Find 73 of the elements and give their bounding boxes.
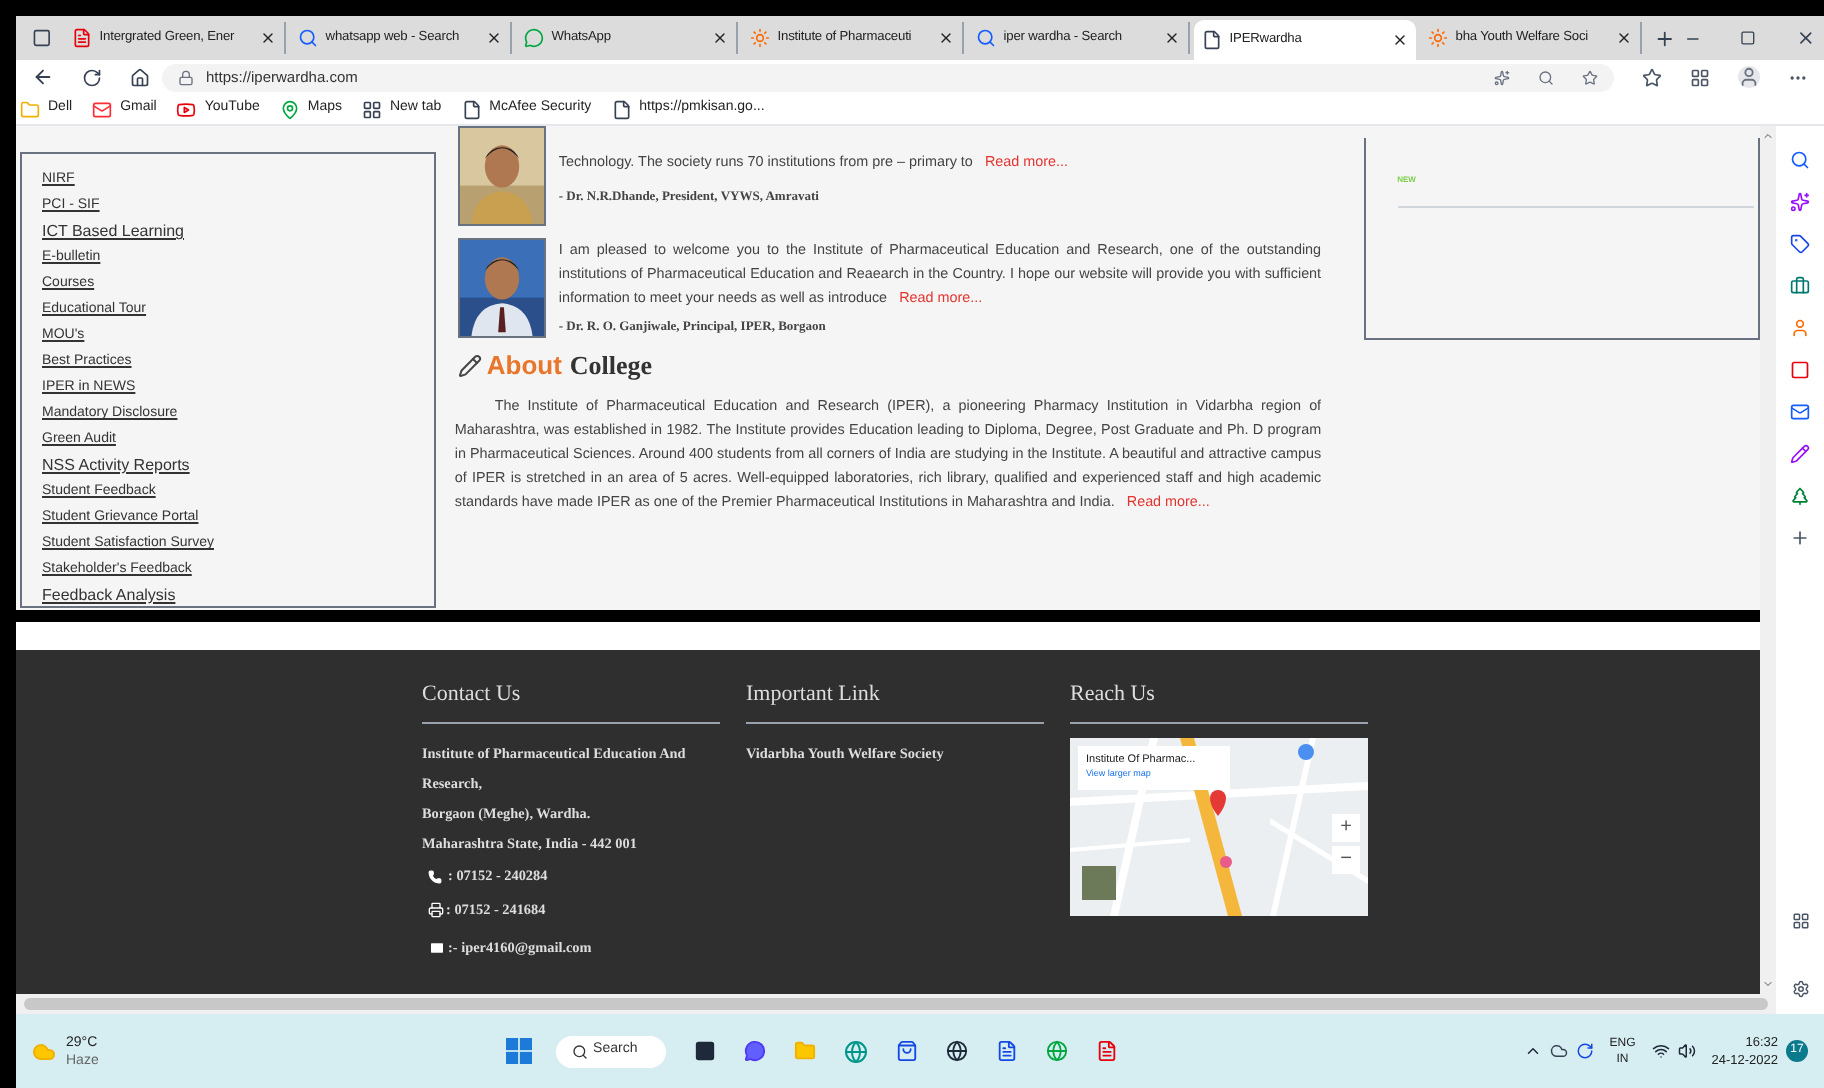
- add-icon[interactable]: [1790, 528, 1810, 548]
- close-icon[interactable]: [711, 30, 728, 46]
- back-icon[interactable]: [32, 66, 54, 88]
- close-icon[interactable]: [1163, 30, 1180, 46]
- settings-icon[interactable]: [1791, 980, 1809, 998]
- sidebar-link[interactable]: ICT Based Learning: [42, 218, 185, 244]
- globe-icon[interactable]: [1045, 1040, 1068, 1062]
- sync-icon[interactable]: [1575, 1042, 1594, 1060]
- edit-icon: [458, 353, 483, 378]
- mail-icon[interactable]: [1790, 402, 1810, 422]
- tag-icon[interactable]: [1790, 234, 1810, 254]
- zoom-icon[interactable]: [1538, 69, 1554, 85]
- folder-icon: [20, 99, 40, 119]
- sidebar-toggle-icon[interactable]: [1791, 912, 1809, 930]
- search-icon: [571, 1043, 588, 1059]
- close-icon[interactable]: [937, 30, 954, 46]
- map-pin-icon: [279, 99, 300, 119]
- cloud-icon[interactable]: [1549, 1042, 1568, 1060]
- tab-actions-icon[interactable]: [32, 28, 52, 48]
- fax-icon: [428, 902, 444, 918]
- search-icon: [975, 28, 996, 48]
- restore-icon[interactable]: [1740, 30, 1757, 46]
- play-icon: [176, 99, 197, 119]
- task-view-icon[interactable]: [693, 1040, 716, 1062]
- reload-icon[interactable]: [82, 67, 102, 87]
- briefcase-icon[interactable]: [1790, 276, 1810, 296]
- home-icon[interactable]: [130, 67, 150, 87]
- lock-icon: [178, 69, 194, 85]
- chat-icon: [523, 28, 544, 48]
- page-icon: [461, 99, 482, 119]
- close-icon[interactable]: [1391, 32, 1408, 48]
- close-icon[interactable]: [259, 30, 276, 46]
- person-icon[interactable]: [1790, 318, 1810, 338]
- new-tab-icon[interactable]: [1653, 27, 1676, 49]
- sparkle-icon[interactable]: [1790, 192, 1810, 212]
- network-icon[interactable]: [1651, 1042, 1670, 1060]
- zoom-out-button[interactable]: −: [1332, 845, 1360, 873]
- tree-icon[interactable]: [1790, 486, 1810, 506]
- collections-icon[interactable]: [1690, 67, 1710, 87]
- zoom-in-button[interactable]: +: [1332, 813, 1360, 841]
- browser-icon[interactable]: [843, 1039, 868, 1063]
- page-icon: [611, 99, 632, 119]
- pdf-icon[interactable]: [1095, 1040, 1118, 1062]
- footer-heading: Reach Us: [1070, 678, 1368, 723]
- phone-icon: [428, 869, 442, 883]
- about-heading-accent: About: [486, 348, 562, 384]
- mail-icon: [92, 99, 113, 119]
- sidebar-link[interactable]: NSS Activity Reports: [42, 452, 190, 478]
- about-heading: College: [569, 348, 653, 384]
- read-aloud-icon[interactable]: [1494, 69, 1510, 85]
- pdf-icon: [71, 28, 92, 48]
- close-icon[interactable]: [1796, 28, 1816, 48]
- tray-chevron-icon[interactable]: [1523, 1042, 1542, 1060]
- sidebar-link[interactable]: Feedback Analysis: [42, 582, 176, 608]
- favorite-icon[interactable]: [1582, 69, 1598, 85]
- profile-icon[interactable]: [1738, 66, 1760, 88]
- chat-icon[interactable]: [743, 1040, 766, 1062]
- start-icon[interactable]: [505, 1038, 532, 1064]
- volume-icon[interactable]: [1677, 1042, 1696, 1060]
- mail-icon: [428, 939, 446, 955]
- horizontal-scrollbar[interactable]: [16, 994, 1776, 1014]
- store-icon[interactable]: [895, 1040, 918, 1062]
- close-icon[interactable]: [1615, 30, 1632, 46]
- pencil-icon[interactable]: [1790, 444, 1810, 464]
- footer-heading: Important Link: [746, 678, 1044, 723]
- word-icon[interactable]: [995, 1040, 1018, 1062]
- search-icon[interactable]: [1790, 150, 1810, 170]
- page-icon: [1201, 30, 1222, 50]
- grid-icon: [361, 99, 382, 119]
- search-icon: [297, 28, 318, 48]
- footer-heading: Contact Us: [422, 678, 720, 723]
- favorites-icon[interactable]: [1642, 67, 1662, 87]
- close-icon[interactable]: [485, 30, 502, 46]
